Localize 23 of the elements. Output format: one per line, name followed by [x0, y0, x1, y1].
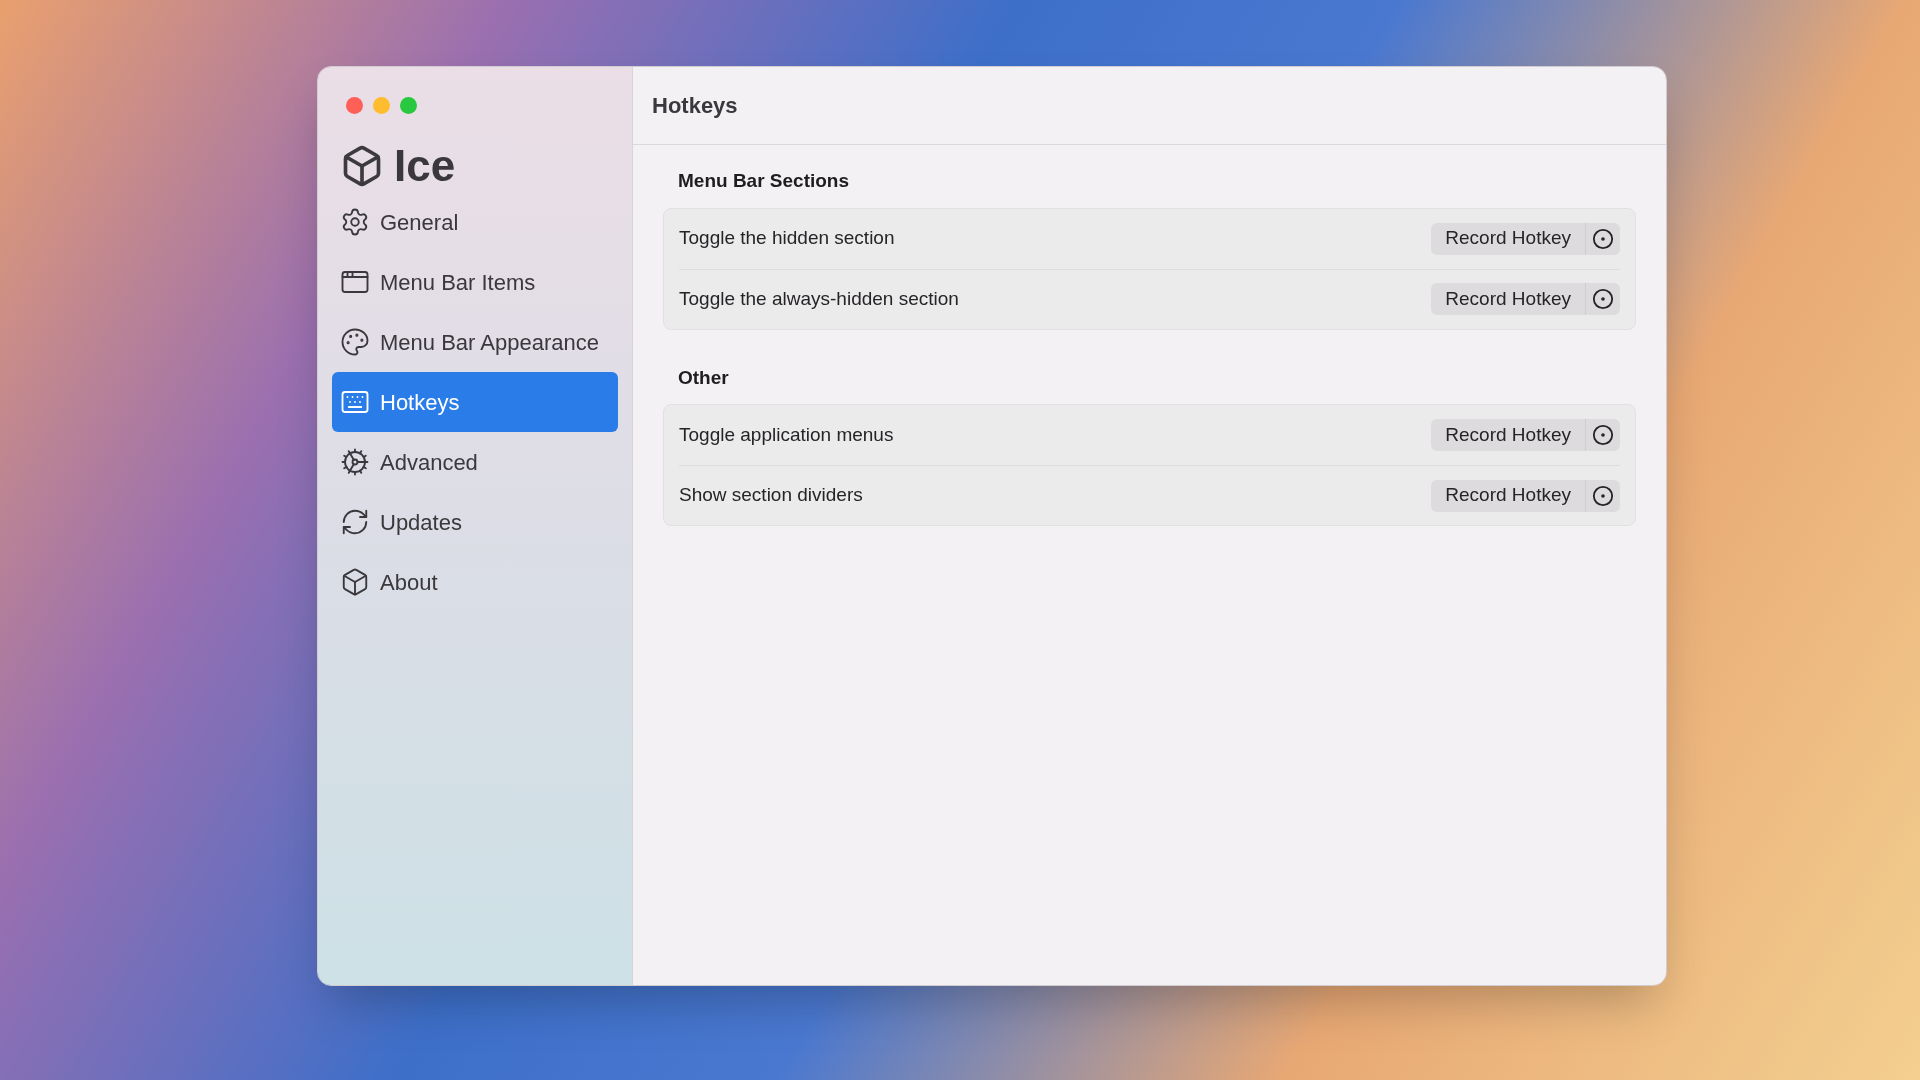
row-label: Toggle the hidden section: [679, 226, 895, 251]
row-label: Show section dividers: [679, 483, 863, 508]
record-icon: [1592, 227, 1614, 250]
gear-icon: [340, 207, 370, 237]
section-title: Menu Bar Sections: [677, 169, 851, 193]
section-title: Other: [677, 365, 730, 390]
palette-icon: [340, 327, 370, 357]
record-icon: [1592, 484, 1614, 507]
sidebar-item[interactable]: Advanced: [332, 432, 618, 492]
sidebar-item[interactable]: Hotkeys: [332, 372, 618, 432]
sidebar-item[interactable]: General: [332, 192, 618, 252]
page-title: Hotkeys: [652, 92, 738, 120]
sidebar-item[interactable]: About: [332, 552, 618, 612]
record-icon: [1592, 424, 1614, 446]
refresh-icon: [340, 507, 370, 537]
record-icon: [1592, 288, 1614, 310]
row-label: Toggle the always-hidden section: [679, 286, 959, 311]
sidebar-item[interactable]: Menu Bar Appearance: [332, 312, 618, 372]
sidebar-item[interactable]: Updates: [332, 492, 618, 552]
cube-icon: [340, 567, 370, 597]
app-name: Ice: [394, 144, 456, 188]
row-label: Toggle application menus: [679, 422, 894, 447]
sidebar-item[interactable]: Menu Bar Items: [332, 252, 618, 312]
